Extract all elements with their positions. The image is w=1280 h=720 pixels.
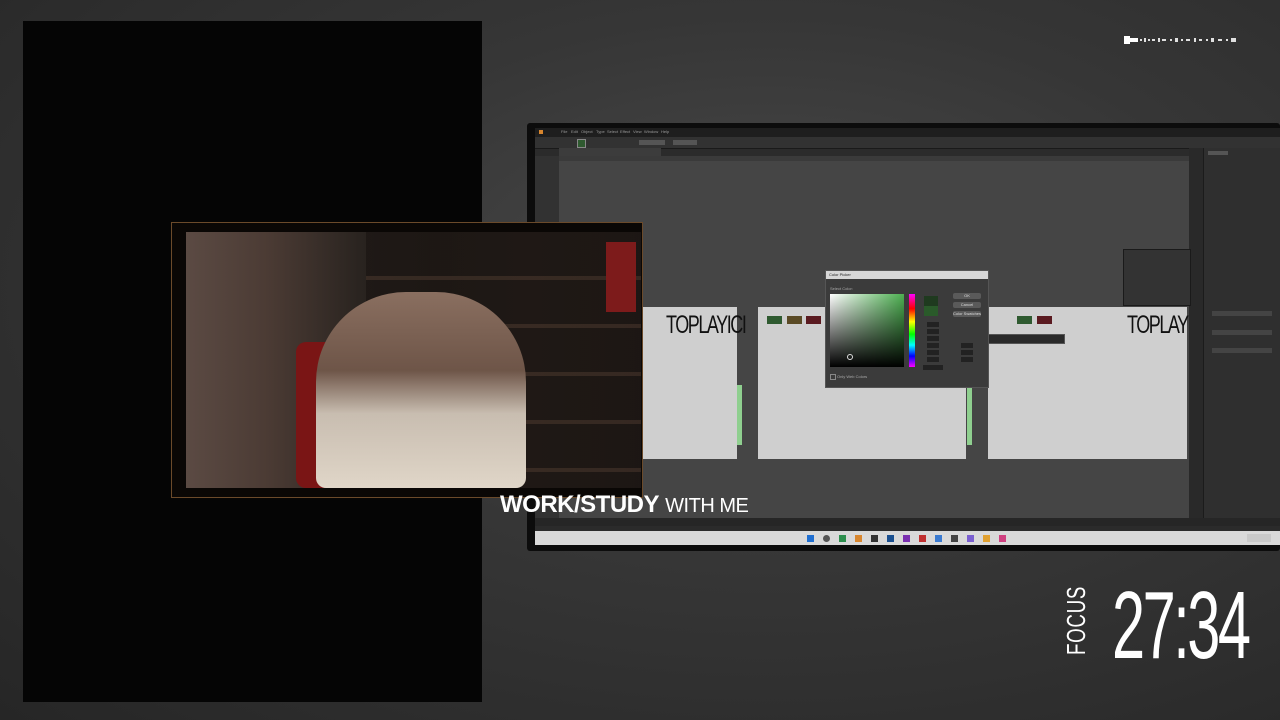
new-color-preview <box>924 296 938 306</box>
app-icon[interactable] <box>999 535 1006 542</box>
saturation-field[interactable] <box>927 329 939 334</box>
offset-path-button[interactable] <box>1212 311 1272 316</box>
artboard-3[interactable]: TOPLAYICI <box>988 307 1208 459</box>
app-icon[interactable] <box>903 535 910 542</box>
menu-item-help[interactable]: Help <box>661 129 669 134</box>
isolate-button[interactable] <box>1212 348 1272 353</box>
hue-slider[interactable] <box>909 294 915 367</box>
swatch-green[interactable] <box>1017 316 1032 324</box>
align-to-pixel-grid-button[interactable] <box>1212 330 1272 335</box>
caption-bold: WORK/STUDY <box>500 491 660 518</box>
app-logo-icon <box>539 130 543 134</box>
properties-panel[interactable] <box>1203 148 1280 518</box>
app-icon[interactable] <box>919 535 926 542</box>
fill-swatch[interactable] <box>577 139 586 148</box>
menu-item-object[interactable]: Object <box>581 129 593 134</box>
ok-button[interactable]: OK <box>953 293 981 299</box>
swatch-olive[interactable] <box>787 316 802 324</box>
timer-label: FOCUS <box>1061 585 1091 655</box>
color-field-handle[interactable] <box>847 354 853 360</box>
app-icon[interactable] <box>983 535 990 542</box>
swatch-maroon[interactable] <box>1037 316 1052 324</box>
brush-field[interactable] <box>673 140 697 145</box>
menu-item-edit[interactable]: Edit <box>571 129 578 134</box>
cyan-field[interactable] <box>961 343 973 348</box>
document-tab[interactable] <box>559 148 661 156</box>
select-color-label: Select Color: <box>830 286 853 291</box>
color-picker-dialog[interactable]: Color Picker Select Color: OK Cancel Col… <box>825 270 989 388</box>
menu-item-view[interactable]: View <box>633 129 642 134</box>
magenta-field[interactable] <box>961 350 973 355</box>
yellow-field[interactable] <box>961 357 973 362</box>
artboard-logo: TOPLAYICI <box>666 311 747 339</box>
streamer <box>316 292 526 488</box>
app-icon[interactable] <box>935 535 942 542</box>
cancel-button[interactable]: Cancel <box>953 302 981 308</box>
green-field[interactable] <box>927 350 939 355</box>
search-icon[interactable] <box>823 535 830 542</box>
status-bar <box>535 518 1280 526</box>
menu-bar: File Edit Object Type Select Effect View… <box>535 128 1280 137</box>
hex-field[interactable] <box>923 365 943 370</box>
layers-panel[interactable] <box>1123 249 1191 306</box>
menu-item-window[interactable]: Window <box>644 129 658 134</box>
audio-waveform-icon <box>1124 36 1236 44</box>
focus-timer: 27:34 <box>1112 572 1251 679</box>
app-icon[interactable] <box>967 535 974 542</box>
blue-field[interactable] <box>927 357 939 362</box>
current-color-preview <box>924 306 938 316</box>
artboard-1[interactable]: TOPLAYICI <box>641 307 747 459</box>
app-icon[interactable] <box>951 535 958 542</box>
illustrator-taskbar-icon[interactable] <box>855 535 862 542</box>
red-field[interactable] <box>927 343 939 348</box>
app-icon[interactable] <box>871 535 878 542</box>
web-colors-checkbox[interactable] <box>830 374 836 380</box>
webcam-feed <box>186 232 641 488</box>
menu-item-file[interactable]: File <box>561 129 567 134</box>
dialog-title-text: Color Picker <box>829 272 851 277</box>
contextual-task-bar[interactable] <box>981 334 1065 344</box>
menu-item-effect[interactable]: Effect <box>620 129 630 134</box>
panel-icon-strip[interactable] <box>1189 148 1203 518</box>
brightness-field[interactable] <box>927 336 939 341</box>
system-clock[interactable] <box>1247 534 1271 542</box>
stroke-field[interactable] <box>639 140 665 145</box>
properties-tab[interactable] <box>1208 151 1228 155</box>
windows-start-icon[interactable] <box>807 535 814 542</box>
menu-item-type[interactable]: Type <box>596 129 605 134</box>
menu-item-select[interactable]: Select <box>607 129 618 134</box>
dialog-title: Color Picker <box>826 271 988 279</box>
windows-taskbar[interactable] <box>535 531 1280 545</box>
selection-bar <box>967 385 972 445</box>
app-icon[interactable] <box>839 535 846 542</box>
caption-light: WITH ME <box>665 495 749 517</box>
swatch-green[interactable] <box>767 316 782 324</box>
app-icon[interactable] <box>887 535 894 542</box>
hue-field[interactable] <box>927 322 939 327</box>
red-books <box>606 242 636 312</box>
selection-bar <box>737 385 742 445</box>
color-swatches-button[interactable]: Color Swatches <box>953 311 981 317</box>
color-field[interactable] <box>830 294 904 367</box>
stream-caption: WORK/STUDY WITH ME <box>500 491 749 519</box>
swatch-maroon[interactable] <box>806 316 821 324</box>
web-colors-label: Only Web Colors <box>837 374 868 379</box>
